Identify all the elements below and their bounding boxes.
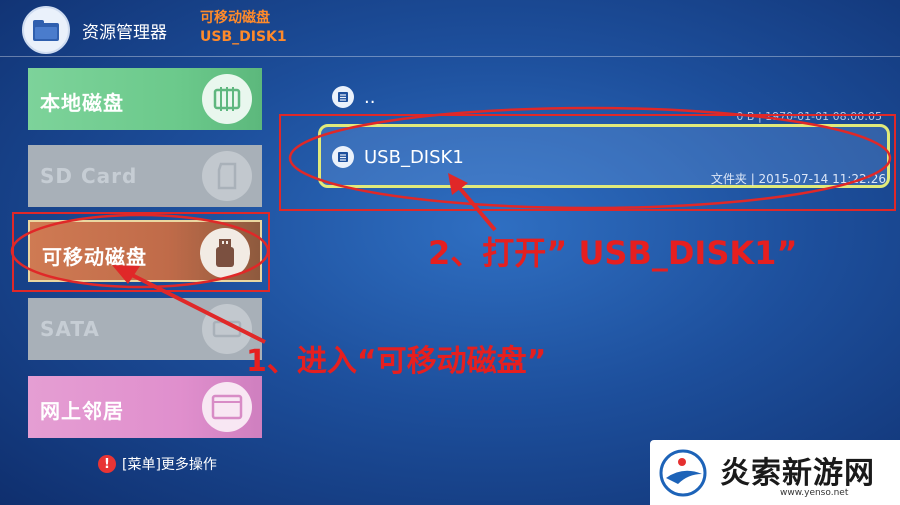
header-bar: 资源管理器 可移动磁盘 USB_DISK1: [0, 0, 900, 56]
watermark: 炎索新游网 www.yenso.net: [650, 440, 900, 505]
folder-app-icon: [22, 6, 70, 54]
drive-label: 本地磁盘: [40, 91, 124, 115]
watermark-logo-icon: [659, 449, 707, 497]
memory-chip-icon: [202, 74, 252, 124]
current-path-title: 可移动磁盘: [200, 10, 270, 26]
drive-label: SD Card: [40, 164, 138, 188]
menu-hint-text: [菜单]更多操作: [122, 457, 217, 473]
sata-drive-icon: [202, 304, 252, 354]
current-path-subtitle: USB_DISK1: [200, 29, 287, 45]
drive-sd-card[interactable]: SD Card: [28, 145, 262, 207]
drive-label: SATA: [40, 317, 100, 341]
app-title: 资源管理器: [82, 23, 167, 43]
annotation-step2-text: 2、打开” USB_DISK1”: [428, 234, 798, 272]
sd-card-icon: [202, 151, 252, 201]
document-icon: [332, 86, 354, 108]
exclamation-icon: !: [98, 455, 116, 473]
drive-local-disk[interactable]: 本地磁盘: [28, 68, 262, 130]
file-name: ..: [364, 86, 376, 108]
drive-network-neighborhood[interactable]: 网上邻居: [28, 376, 262, 438]
annotation-box-usb-disk1: [279, 114, 896, 211]
drive-sata[interactable]: SATA: [28, 298, 262, 360]
annotation-step1-text: 1、进入“可移动磁盘”: [246, 344, 547, 379]
watermark-url: www.yenso.net: [780, 488, 849, 498]
drive-label: 网上邻居: [40, 399, 124, 423]
watermark-text: 炎索新游网: [720, 456, 875, 491]
menu-hint: ! [菜单]更多操作: [98, 454, 217, 474]
network-window-icon: [202, 382, 252, 432]
header-divider: [0, 56, 900, 57]
annotation-box-removable-disk: [12, 212, 270, 292]
file-row-parent[interactable]: ..: [332, 86, 375, 108]
